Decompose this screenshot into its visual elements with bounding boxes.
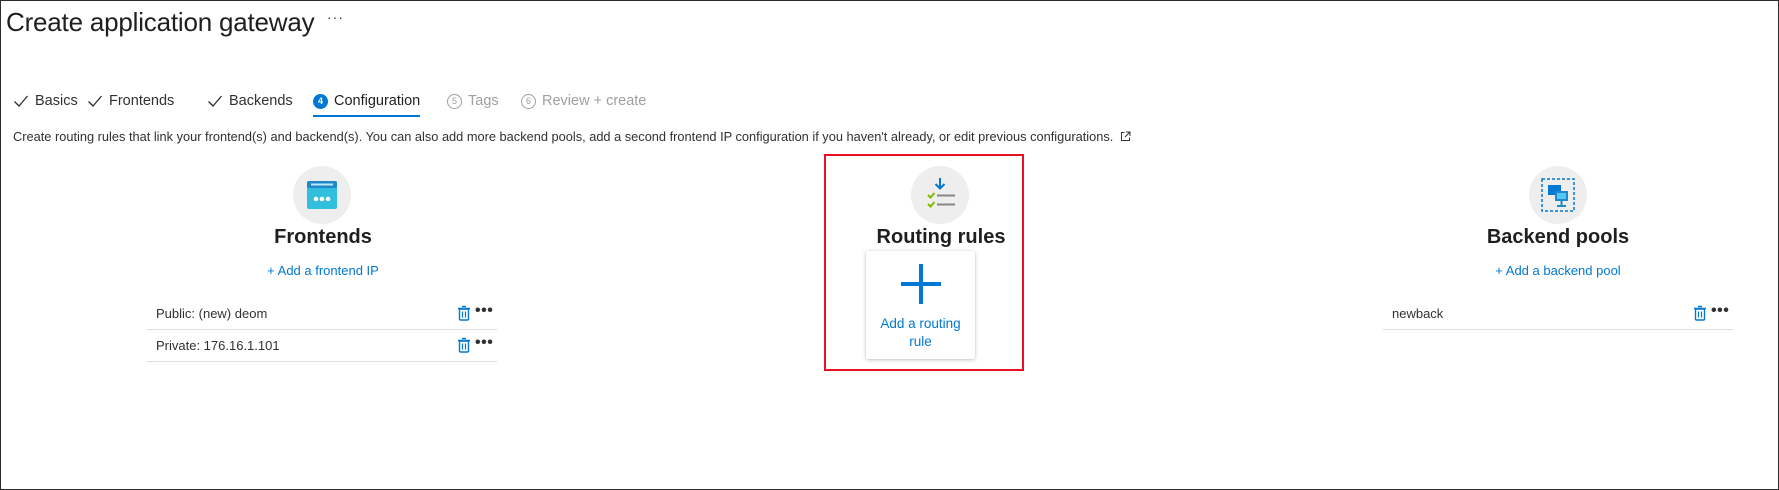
- backend-pool-label: newback: [1392, 306, 1444, 321]
- list-item[interactable]: Public: (new) deom •••: [147, 298, 497, 330]
- tab-label: Basics: [35, 93, 78, 109]
- external-link-icon[interactable]: [1120, 131, 1131, 142]
- list-item[interactable]: newback •••: [1383, 298, 1733, 330]
- list-item[interactable]: Private: 176.16.1.101 •••: [147, 330, 497, 362]
- tab-label: Review + create: [542, 93, 647, 109]
- tab-label: Configuration: [334, 93, 421, 109]
- add-backend-pool-link[interactable]: + Add a backend pool: [1495, 263, 1620, 278]
- backend-pools-heading: Backend pools: [1486, 226, 1630, 248]
- tab-tags[interactable]: 5 Tags: [447, 87, 499, 115]
- tab-review-create[interactable]: 6 Review + create: [521, 87, 646, 115]
- backend-pools-list: newback •••: [1383, 298, 1733, 330]
- tab-label: Tags: [468, 93, 499, 109]
- frontends-heading: Frontends: [274, 226, 372, 248]
- step-number-badge: 4: [313, 93, 328, 109]
- blade: Create application gateway ··· Basics Fr…: [0, 0, 1779, 490]
- tab-frontends[interactable]: Frontends: [87, 87, 174, 115]
- more-options-icon[interactable]: •••: [475, 302, 493, 320]
- add-routing-rule-label: Add a routing rule: [880, 316, 961, 349]
- routing-rules-icon: [911, 166, 969, 224]
- add-frontend-ip-link[interactable]: + Add a frontend IP: [267, 263, 379, 278]
- frontend-ip-icon: [293, 166, 351, 224]
- frontend-label: Private: 176.16.1.101: [156, 338, 280, 353]
- tab-label: Frontends: [109, 93, 175, 109]
- tab-basics[interactable]: Basics: [13, 87, 78, 115]
- add-routing-rule-button[interactable]: Add a routing rule: [866, 251, 975, 359]
- more-options-icon[interactable]: •••: [1711, 302, 1729, 320]
- checkmark-icon: [14, 95, 28, 107]
- more-options-button[interactable]: ···: [327, 9, 344, 25]
- checkmark-icon: [208, 95, 222, 107]
- plus-icon: [901, 264, 941, 304]
- trash-icon[interactable]: [457, 305, 471, 321]
- step-number-badge: 6: [521, 93, 536, 109]
- tab-label: Backends: [229, 93, 293, 109]
- frontend-label: Public: (new) deom: [156, 306, 268, 321]
- tab-configuration[interactable]: 4 Configuration: [313, 87, 421, 117]
- description-label: Create routing rules that link your fron…: [13, 129, 1114, 144]
- tab-backends[interactable]: Backends: [207, 87, 293, 115]
- description-text: Create routing rules that link your fron…: [13, 129, 1131, 144]
- checkmark-icon: [88, 95, 102, 107]
- backend-pool-icon: [1529, 166, 1587, 224]
- more-options-icon[interactable]: •••: [475, 334, 493, 352]
- trash-icon[interactable]: [1693, 305, 1707, 321]
- frontends-list: Public: (new) deom ••• Private: 176.16.1…: [147, 298, 497, 362]
- page-title: Create application gateway: [6, 7, 315, 37]
- routing-rules-heading: Routing rules: [876, 226, 1006, 248]
- step-number-badge: 5: [447, 93, 462, 109]
- trash-icon[interactable]: [457, 337, 471, 353]
